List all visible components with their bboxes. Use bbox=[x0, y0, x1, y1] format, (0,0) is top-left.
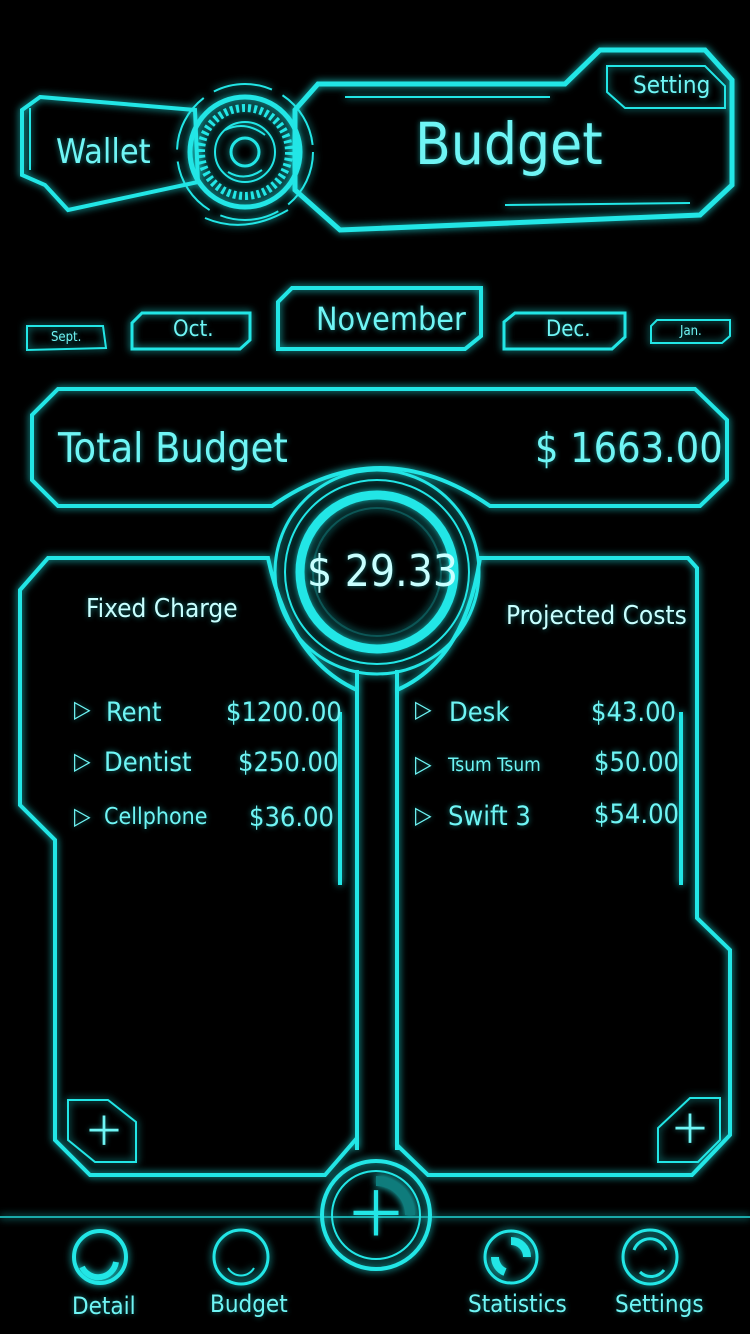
add-entry-button[interactable]: ＋ bbox=[340, 1181, 412, 1251]
budget-ring-icon bbox=[213, 1228, 271, 1286]
tab-label: Detail bbox=[72, 1292, 136, 1320]
list-item[interactable]: ▷ Tsum Tsum $50.00 bbox=[415, 747, 679, 788]
month-tab-dec[interactable]: Dec. bbox=[546, 317, 591, 342]
item-amount: $54.00 bbox=[594, 799, 679, 830]
list-item[interactable]: ▷ Desk $43.00 bbox=[415, 695, 677, 735]
item-name: Desk bbox=[449, 697, 510, 728]
total-budget-amount: $ 1663.00 bbox=[535, 424, 723, 472]
list-item[interactable]: ▷ Swift 3 $54.00 bbox=[415, 799, 679, 839]
list-item[interactable]: ▷ Rent $1200.00 bbox=[74, 695, 342, 735]
add-projected-cost-button[interactable]: ＋ bbox=[670, 1106, 710, 1154]
wallet-tab[interactable]: Wallet bbox=[56, 132, 151, 172]
tab-statistics[interactable]: Statistics bbox=[460, 1228, 570, 1328]
tab-label: Statistics bbox=[468, 1290, 567, 1318]
item-name: Dentist bbox=[104, 747, 192, 778]
play-arrow-icon: ▷ bbox=[74, 695, 91, 723]
tab-budget[interactable]: Budget bbox=[200, 1228, 290, 1328]
item-amount: $250.00 bbox=[238, 747, 339, 778]
remaining-balance: $ 29.33 bbox=[307, 546, 459, 597]
item-name: Tsum Tsum bbox=[448, 754, 541, 776]
add-fixed-charge-button[interactable]: ＋ bbox=[84, 1108, 124, 1156]
app-emblem-icon bbox=[230, 138, 260, 168]
list-item[interactable]: ▷ Dentist $250.00 bbox=[74, 745, 338, 785]
play-arrow-icon: ▷ bbox=[415, 695, 432, 723]
projected-costs-title: Projected Costs bbox=[506, 601, 687, 631]
item-amount: $36.00 bbox=[249, 802, 334, 833]
play-arrow-icon: ▷ bbox=[74, 747, 91, 775]
tab-detail[interactable]: Detail bbox=[60, 1228, 144, 1328]
item-name: Rent bbox=[106, 697, 162, 728]
month-tab-november[interactable]: November bbox=[316, 300, 466, 338]
month-tab-sept[interactable]: Sept. bbox=[51, 330, 81, 345]
fixed-charge-title: Fixed Charge bbox=[86, 594, 238, 624]
month-tab-jan[interactable]: Jan. bbox=[680, 324, 702, 339]
settings-ring-icon bbox=[622, 1228, 680, 1286]
total-budget-label: Total Budget bbox=[58, 424, 288, 472]
item-amount: $50.00 bbox=[594, 747, 679, 778]
statistics-ring-icon bbox=[483, 1228, 541, 1286]
item-name: Cellphone bbox=[104, 804, 208, 830]
item-name: Swift 3 bbox=[448, 801, 531, 832]
page-title: Budget bbox=[415, 110, 603, 178]
play-arrow-icon: ▷ bbox=[415, 801, 432, 829]
month-tab-oct[interactable]: Oct. bbox=[173, 317, 214, 342]
tab-label: Budget bbox=[210, 1290, 288, 1318]
setting-button[interactable]: Setting bbox=[633, 71, 710, 99]
tab-label: Settings bbox=[615, 1290, 704, 1318]
item-amount: $1200.00 bbox=[226, 697, 342, 728]
list-item[interactable]: ▷ Cellphone $36.00 bbox=[74, 800, 334, 840]
tab-settings[interactable]: Settings bbox=[605, 1228, 705, 1328]
item-amount: $43.00 bbox=[591, 697, 676, 728]
detail-ring-icon bbox=[72, 1228, 130, 1286]
play-arrow-icon: ▷ bbox=[415, 750, 432, 778]
play-arrow-icon: ▷ bbox=[74, 802, 91, 830]
